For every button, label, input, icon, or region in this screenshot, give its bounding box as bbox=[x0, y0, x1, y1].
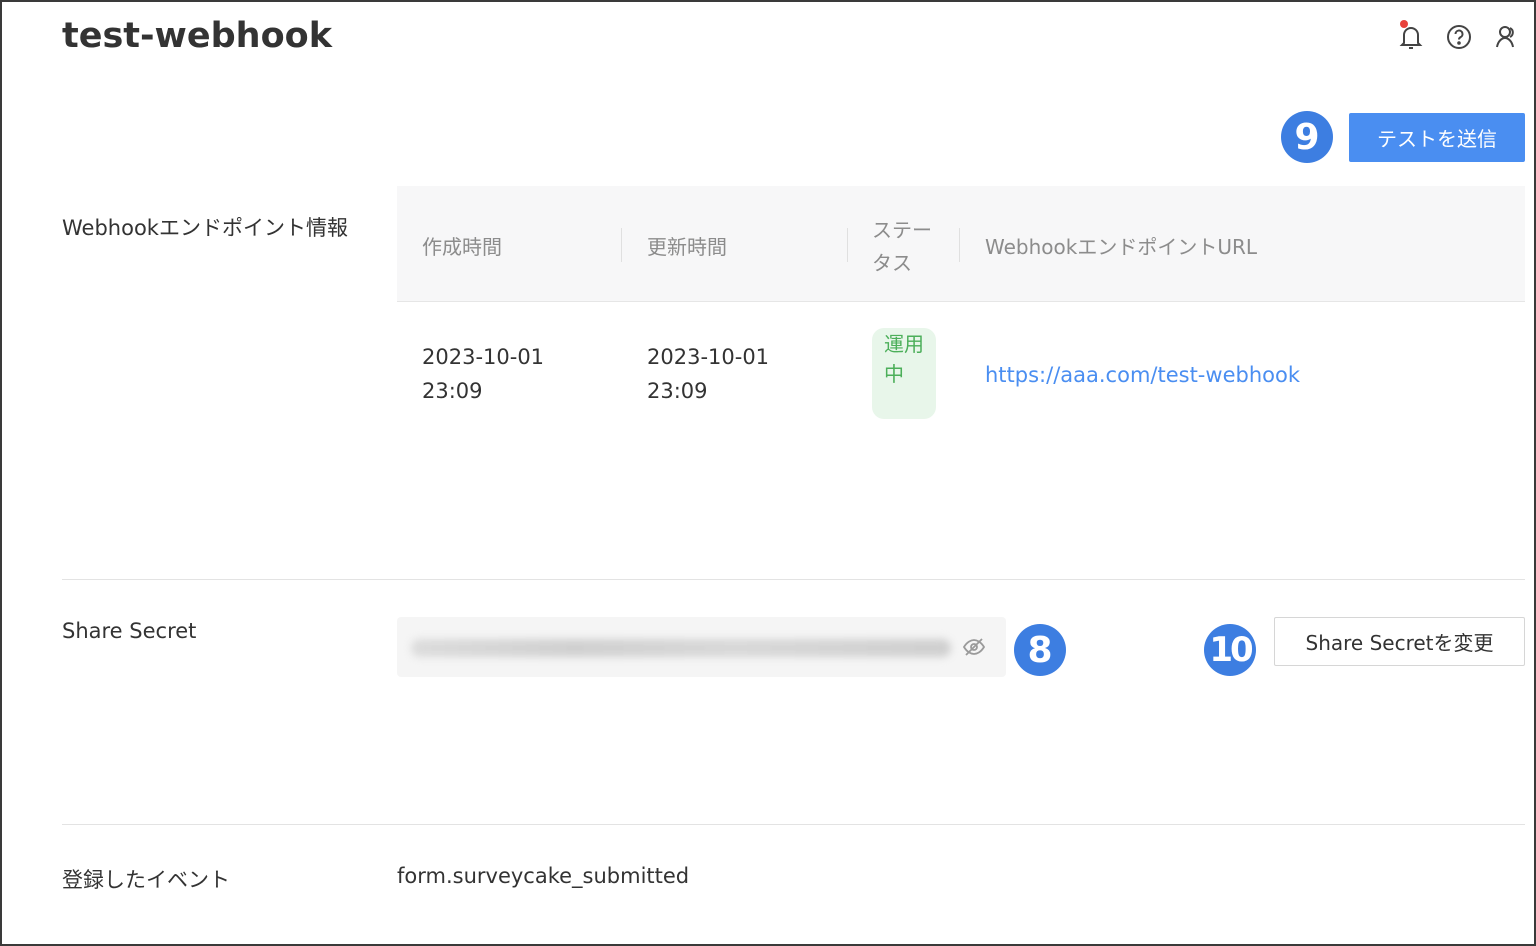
section-divider bbox=[62, 579, 1525, 580]
step-badge-8: 8 bbox=[1014, 624, 1066, 676]
secret-field[interactable] bbox=[397, 617, 1006, 677]
step-badge-10: 10 bbox=[1204, 624, 1256, 676]
table-header: 作成時間 更新時間 ステータス WebhookエンドポイントURL bbox=[397, 186, 1525, 302]
column-header-url: WebhookエンドポイントURL bbox=[985, 235, 1258, 259]
column-header-status: ステータス bbox=[872, 218, 932, 275]
page-title: test-webhook bbox=[62, 16, 332, 56]
endpoint-table: 作成時間 更新時間 ステータス WebhookエンドポイントURL 2023-1… bbox=[397, 186, 1525, 442]
column-divider bbox=[959, 228, 960, 262]
help-icon[interactable] bbox=[1442, 20, 1476, 54]
events-section-label: 登録したイベント bbox=[62, 868, 230, 892]
eye-off-icon[interactable] bbox=[960, 633, 988, 661]
endpoint-url-link[interactable]: https://aaa.com/test-webhook bbox=[985, 358, 1300, 392]
webhook-detail-page: test-webhook 9 テストを送信 Webhookエンドポイント情報 作… bbox=[0, 0, 1536, 946]
send-test-button[interactable]: テストを送信 bbox=[1349, 113, 1525, 162]
section-divider bbox=[62, 824, 1525, 825]
user-icon[interactable] bbox=[1490, 20, 1524, 54]
cell-updated: 2023-10-01 23:09 bbox=[647, 345, 770, 403]
column-divider bbox=[621, 228, 622, 262]
column-header-updated: 更新時間 bbox=[647, 235, 727, 259]
secret-masked-value bbox=[411, 639, 951, 657]
secret-section-label: Share Secret bbox=[62, 619, 197, 643]
endpoint-section-label: Webhookエンドポイント情報 bbox=[62, 216, 348, 240]
status-badge: 運用中 bbox=[872, 328, 936, 419]
column-header-created: 作成時間 bbox=[422, 235, 502, 259]
table-row: 2023-10-01 23:09 2023-10-01 23:09 運用中 ht… bbox=[397, 302, 1525, 442]
column-divider bbox=[847, 228, 848, 262]
step-badge-9: 9 bbox=[1281, 111, 1333, 163]
notification-dot bbox=[1400, 20, 1408, 28]
change-secret-button[interactable]: Share Secretを変更 bbox=[1274, 617, 1525, 666]
bell-icon[interactable] bbox=[1394, 20, 1428, 54]
header-icons bbox=[1394, 20, 1524, 54]
registered-event: form.surveycake_submitted bbox=[397, 864, 690, 888]
cell-created: 2023-10-01 23:09 bbox=[422, 345, 545, 403]
